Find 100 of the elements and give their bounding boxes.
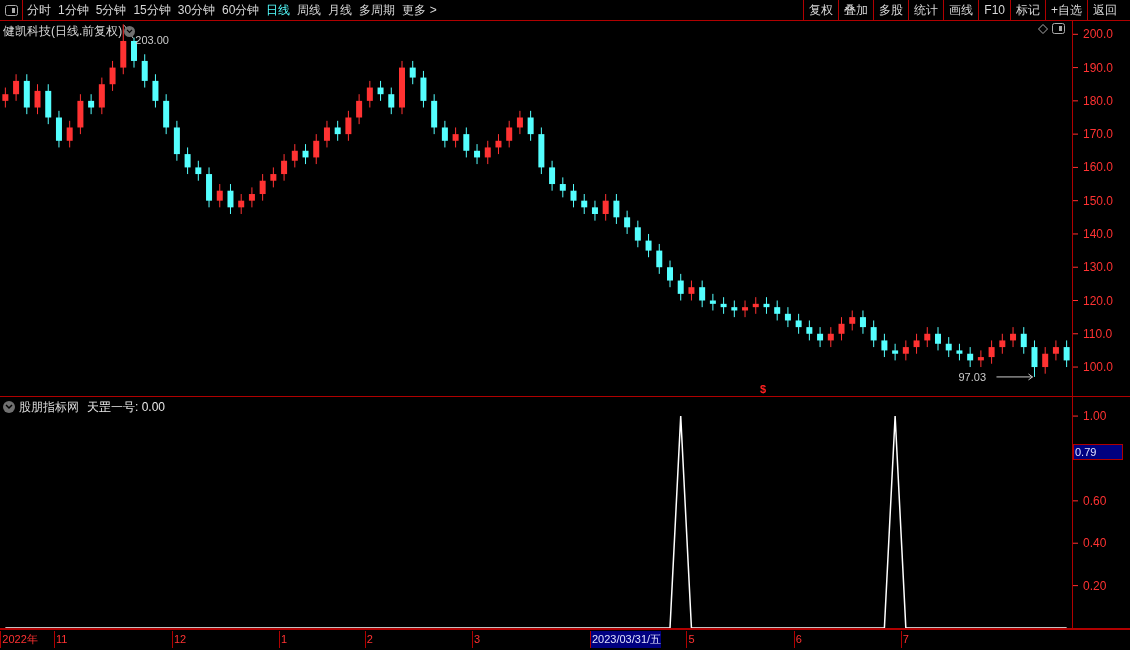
candle: [420, 70, 427, 108]
candle: [302, 143, 309, 165]
candle: [291, 143, 298, 168]
y-tick-label: 180.0: [1083, 93, 1114, 108]
candle: [195, 160, 202, 182]
candle: [238, 193, 245, 215]
candle: [431, 93, 438, 135]
candle: [527, 110, 534, 142]
candle: [13, 73, 20, 102]
y-tick-label: 130.0: [1083, 260, 1114, 275]
axis-tick: 120.0: [1072, 293, 1114, 308]
candle: [956, 343, 963, 361]
candle: [409, 60, 416, 85]
candle: [1042, 346, 1049, 375]
candle: [281, 153, 288, 182]
candle: [656, 243, 663, 275]
y-tick-label: 120.0: [1083, 293, 1114, 308]
chevron-icon[interactable]: [124, 25, 136, 37]
candle: [484, 140, 491, 165]
candle: [506, 120, 513, 148]
candle: [774, 300, 781, 321]
period-tab[interactable]: 周线: [297, 1, 322, 19]
axis-tick: 190.0: [1072, 60, 1114, 75]
candle: [817, 326, 824, 348]
candle: [677, 273, 684, 301]
candle: [795, 313, 802, 335]
panel-icon[interactable]: [1052, 23, 1065, 34]
candle: [248, 186, 255, 208]
candle: [206, 166, 213, 208]
candle: [377, 80, 384, 102]
toolbar-button[interactable]: 叠加: [838, 0, 874, 20]
period-tab[interactable]: 月线: [328, 1, 353, 19]
y-tick-label: 0.40: [1083, 536, 1107, 551]
time-label: 3: [472, 631, 481, 648]
candle: [323, 120, 330, 148]
candle: [892, 343, 899, 361]
period-tab[interactable]: 5分钟: [95, 1, 127, 19]
candle: [313, 133, 320, 165]
candle: [1010, 326, 1017, 348]
time-label: 1: [279, 631, 288, 648]
candle: [1052, 339, 1059, 361]
candle: [559, 176, 566, 198]
period-tab[interactable]: 1分钟: [58, 1, 89, 19]
candle: [549, 160, 556, 192]
candle: [924, 326, 931, 348]
more-button[interactable]: 更多 >: [402, 1, 437, 19]
candle: [881, 333, 888, 358]
candle: [602, 193, 609, 222]
candle: [356, 93, 363, 125]
candle: [849, 310, 856, 331]
candle: [870, 319, 877, 348]
axis-tick: 110.0: [1072, 326, 1113, 341]
time-label: 6: [793, 631, 802, 648]
candle: [699, 280, 706, 308]
candle: [452, 127, 459, 148]
panel-icon[interactable]: [4, 4, 18, 16]
toolbar-button[interactable]: 多股: [873, 0, 909, 20]
axis-tick: 0.40: [1073, 536, 1107, 551]
candle: [763, 296, 770, 315]
candle: [131, 37, 137, 69]
y-tick-label: 140.0: [1083, 226, 1114, 241]
toolbar-button[interactable]: 复权: [803, 0, 839, 20]
toolbar-button[interactable]: 统计: [908, 0, 944, 20]
period-tab[interactable]: 日线: [266, 1, 291, 19]
candle: [1063, 339, 1070, 368]
y-tick-label: 0.60: [1083, 493, 1107, 508]
axis-tick: 180.0: [1072, 93, 1114, 108]
candle: [334, 120, 341, 142]
candle: [495, 133, 502, 155]
toolbar-button[interactable]: +自选: [1045, 0, 1087, 20]
y-tick-label: 100.0: [1083, 360, 1114, 375]
candle: [570, 183, 577, 208]
period-tab[interactable]: 15分钟: [133, 1, 171, 19]
candle: [720, 296, 727, 315]
period-tab[interactable]: 分时: [27, 1, 51, 19]
candle: [806, 319, 813, 341]
chevron-icon[interactable]: [3, 401, 15, 413]
candle: [634, 220, 641, 248]
y-tick-label: 110.0: [1083, 326, 1113, 341]
candle: [688, 280, 695, 301]
candle: [784, 306, 791, 328]
candle: [913, 333, 920, 355]
toolbar-button[interactable]: 返回: [1087, 0, 1122, 20]
candle: [902, 339, 909, 361]
candle: [731, 300, 738, 318]
period-tab[interactable]: 30分钟: [177, 1, 216, 19]
candle: [441, 120, 448, 148]
period-tab[interactable]: 多周期: [359, 1, 396, 19]
indicator-reading: 天罡一号: 0.00: [87, 399, 166, 416]
period-tab[interactable]: 60分钟: [222, 1, 260, 19]
candle: [109, 60, 116, 92]
toolbar-button[interactable]: 标记: [1010, 0, 1045, 20]
diamond-icon[interactable]: [1038, 24, 1048, 34]
toolbar-button[interactable]: 画线: [943, 0, 979, 20]
y-tick-label: 1.00: [1083, 409, 1107, 424]
candle: [77, 93, 84, 135]
candle: [945, 336, 952, 358]
toolbar-button[interactable]: F10: [978, 0, 1010, 20]
y-tick-label: 190.0: [1083, 60, 1114, 75]
candle: [999, 333, 1006, 355]
